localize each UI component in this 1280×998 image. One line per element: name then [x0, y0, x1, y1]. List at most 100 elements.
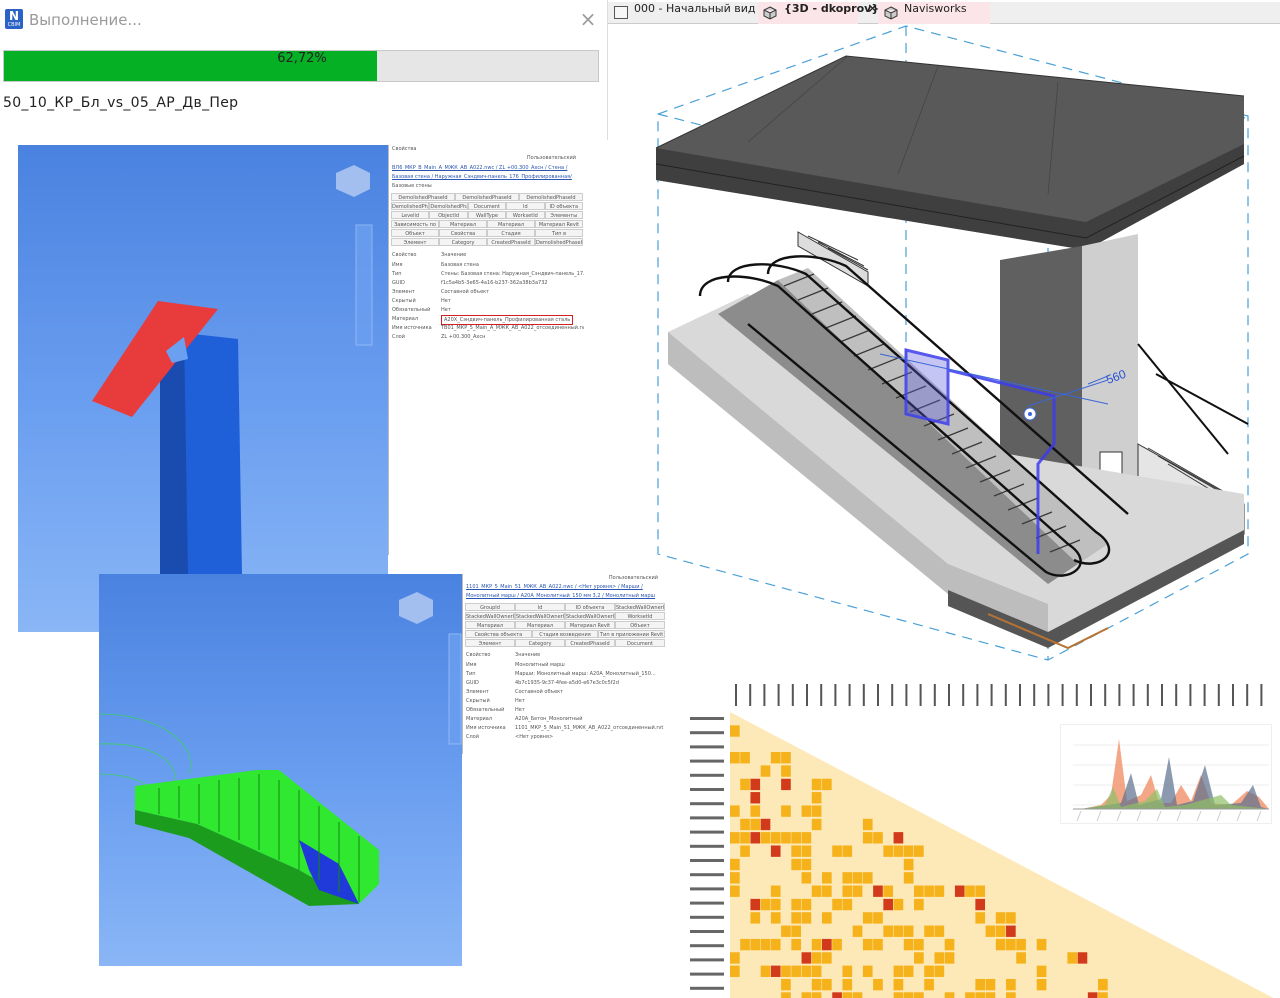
tab-navisworks[interactable]: Navisworks — [878, 2, 990, 24]
matrix-cell — [750, 912, 761, 924]
tab-close-icon[interactable]: ✕ — [867, 2, 878, 17]
property-tab[interactable]: Материал Autodesk — [487, 220, 535, 228]
property-tab[interactable]: Материал — [465, 621, 515, 629]
path-link[interactable]: Монолитный марш / А20А_Монолитный_150 мм… — [463, 592, 666, 600]
property-tab[interactable]: GroupId — [465, 603, 515, 611]
tab-start-view[interactable]: 000 - Начальный вид — [608, 2, 755, 24]
property-tab[interactable]: ID объекта — [565, 603, 615, 611]
property-tab[interactable]: Category — [515, 639, 565, 647]
property-tab[interactable]: Тип в приложении Revit — [598, 630, 665, 638]
row-header-mark — [690, 972, 724, 976]
property-value: Монолитный марш — [515, 662, 565, 668]
property-tab[interactable]: Объект — [391, 229, 439, 237]
matrix-cell — [862, 912, 873, 924]
property-tab[interactable]: Стадия возведения — [531, 630, 599, 638]
matrix-cell — [770, 885, 781, 897]
close-button[interactable]: × — [578, 9, 598, 29]
property-row: Скрытый Нет — [389, 297, 584, 305]
matrix-cell — [903, 925, 914, 937]
property-tab[interactable]: Элементы категории — [544, 211, 583, 219]
model-viewport[interactable] — [98, 574, 462, 966]
property-row: Элемент Составной объект — [389, 288, 584, 296]
matrix-cell — [862, 965, 873, 977]
column-property: Свойство — [466, 652, 491, 658]
property-name: Тип — [392, 271, 402, 277]
property-tab[interactable]: DemolishedPhaseId — [519, 193, 583, 201]
property-tab[interactable]: Document — [615, 639, 665, 647]
property-tab[interactable]: ObjectId — [429, 211, 468, 219]
property-tab[interactable]: DemolishedPhaseId — [535, 238, 583, 246]
property-tab[interactable]: ID объекта — [544, 202, 583, 210]
column-header-mark — [1232, 684, 1234, 706]
property-tab[interactable]: Id — [506, 202, 545, 210]
matrix-cell — [842, 845, 853, 857]
property-row: Имя Базовая стена — [389, 261, 584, 269]
column-header-mark — [1189, 684, 1192, 706]
row-header-mark — [690, 915, 724, 919]
property-tab[interactable]: Зависимость по гнезду — [391, 220, 439, 228]
property-value: ТВ01_МКР_5_Main_А_МЖК_АВ_А022_отсоединен… — [441, 325, 584, 331]
model-viewport[interactable] — [18, 145, 388, 632]
matrix-cell — [801, 805, 812, 817]
property-tab[interactable]: Элемент — [465, 639, 515, 647]
property-tab[interactable]: Document — [467, 202, 507, 210]
property-row: Тип Стены: Базовая стена: Наружная_Сэндви… — [389, 270, 584, 278]
escalator-model-drawing: 560 — [655, 25, 1249, 661]
property-tab[interactable]: Материал Autodesk — [515, 621, 565, 629]
column-header-mark — [1061, 684, 1064, 706]
matrix-cell — [801, 965, 812, 977]
property-tab[interactable]: DemolishedPhaseId — [455, 193, 519, 201]
property-column-headers: Свойство Значение — [463, 651, 666, 659]
property-tab[interactable]: Стадия возведения — [487, 229, 535, 237]
column-header-mark — [1047, 684, 1050, 706]
property-tab[interactable]: Элемент — [391, 238, 439, 246]
property-tab[interactable]: Category — [439, 238, 487, 246]
row-header-mark — [690, 944, 724, 948]
matrix-cell — [914, 938, 924, 951]
tab-3d-view[interactable]: {3D - dkoprov} ✕ — [758, 2, 879, 24]
row-header-mark — [690, 717, 724, 720]
property-tab[interactable]: StackedWallOwnerId — [615, 603, 665, 611]
property-tab[interactable]: DemolishedPhaseId — [391, 193, 455, 201]
property-tab[interactable]: Тип в приложении Revit — [535, 229, 583, 237]
matrix-cell — [893, 978, 904, 991]
property-tab[interactable]: DemolishedPhaseId — [429, 202, 468, 210]
property-tab[interactable]: WorksetId — [615, 612, 665, 620]
property-tab[interactable]: Материал Revit — [565, 621, 615, 629]
property-name: Тип — [466, 671, 476, 677]
row-header-mark — [690, 731, 724, 735]
matrix-cell — [730, 858, 740, 871]
property-tab[interactable]: StackedWallOwnerId — [465, 612, 515, 620]
matrix-cell — [1006, 925, 1016, 937]
property-tab[interactable]: StackedWallOwnerId — [515, 612, 565, 620]
property-value: ZL +00.300_Ахсн — [441, 334, 486, 340]
column-header-mark — [1146, 684, 1149, 706]
matrix-cell — [781, 805, 791, 817]
path-link[interactable]: ВЛ6_МКР_В_Main_А_МЖК_АВ_А022.nwc / ZL +0… — [389, 164, 584, 172]
matrix-cell — [842, 898, 853, 911]
model-screenshot-stair: Пользовательский 1101_МКР_5_Main_51_МЖК_… — [98, 574, 666, 966]
property-tab[interactable]: Материал — [439, 220, 487, 228]
property-tab[interactable]: Levelid — [391, 211, 430, 219]
row-header-mark — [690, 816, 724, 820]
property-tab[interactable]: Материал Revit — [535, 220, 583, 228]
property-tab[interactable]: DemolishedPhaseId — [391, 202, 430, 210]
row-header-mark — [690, 873, 724, 877]
property-tab[interactable]: CreatedPhaseId — [565, 639, 615, 647]
matrix-cell — [760, 965, 771, 977]
property-tab[interactable]: StackedWallOwnerId — [565, 612, 615, 620]
path-link[interactable]: Базовая стена / Наружная_Сэндвич-панель_… — [389, 173, 584, 181]
property-tab[interactable]: Id — [515, 603, 565, 611]
path-link[interactable]: 1101_МКР_5_Main_51_МЖК_АВ_А022.nwc / <Не… — [463, 583, 666, 591]
property-tab[interactable]: Объект — [615, 621, 665, 629]
matrix-cell — [791, 912, 801, 924]
matrix-cell — [832, 898, 842, 911]
matrix-cell — [750, 778, 761, 791]
property-tab[interactable]: WorksetId — [506, 211, 545, 219]
property-tab[interactable]: WallType — [467, 211, 507, 219]
3d-escalator-view[interactable]: 560 — [608, 24, 1280, 670]
matrix-cell — [975, 885, 986, 897]
property-tab[interactable]: Свойства объекта — [465, 630, 532, 638]
property-tab[interactable]: CreatedPhaseId — [487, 238, 535, 246]
property-tab[interactable]: Свойства объекта — [439, 229, 487, 237]
